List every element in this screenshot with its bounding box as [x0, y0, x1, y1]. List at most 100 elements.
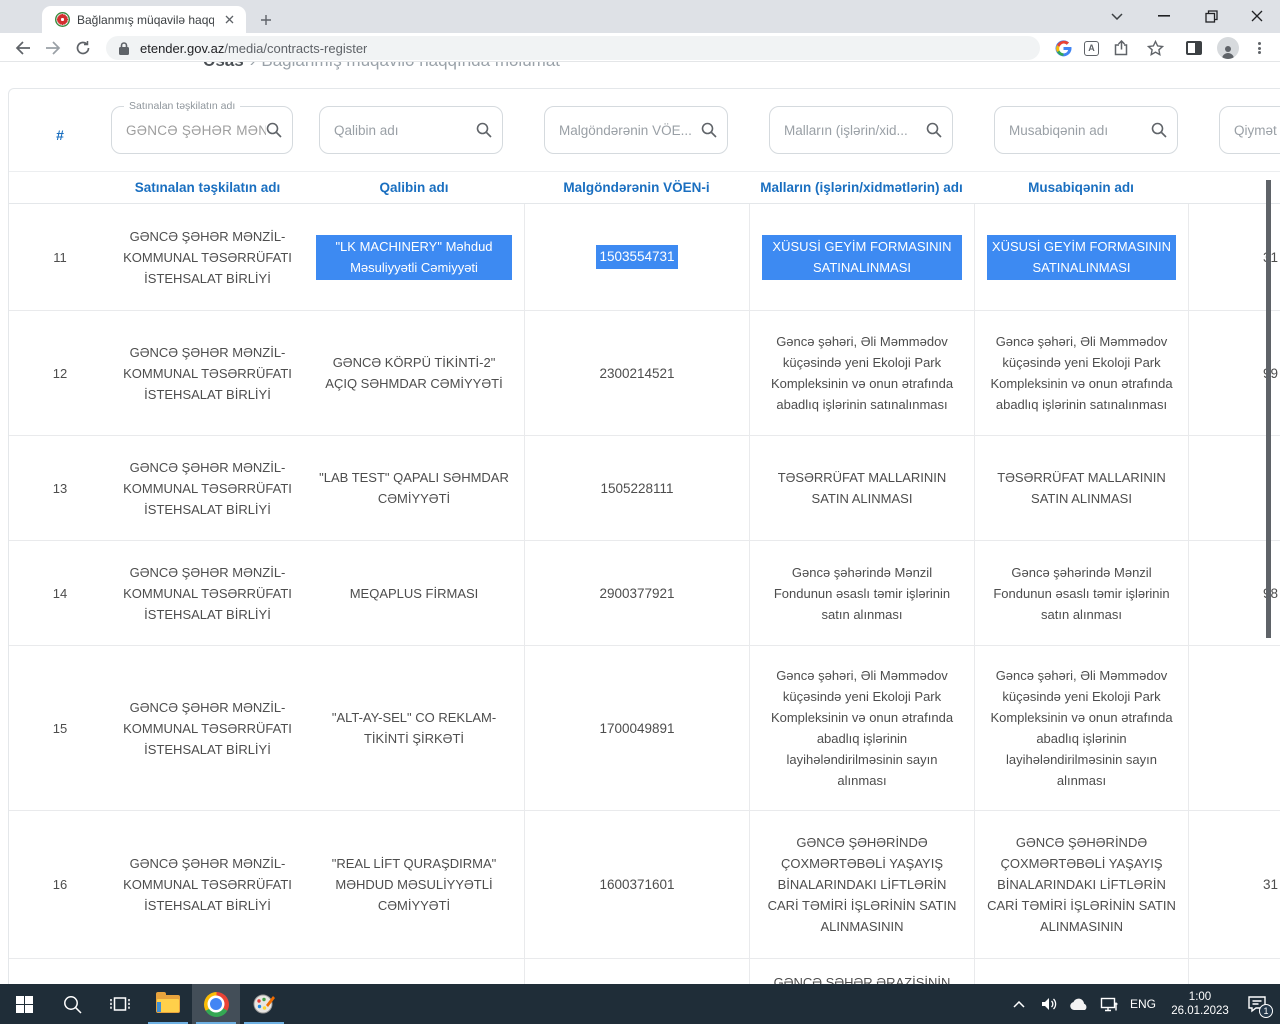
cell-text: 1505228111: [600, 478, 673, 499]
filter-org-input[interactable]: Satınalan təşkilatın adı GƏNCƏ ŞƏHƏR MƏN…: [111, 106, 293, 154]
network-icon[interactable]: [1096, 984, 1122, 1024]
cell-text: Gəncə şəhəri, Əli Məmmədov küçəsində yen…: [987, 665, 1176, 791]
cell-goods: TƏSƏRRÜFAT MALLARININ SATIN ALINMASI: [749, 436, 974, 540]
cell-text: 11: [53, 247, 67, 268]
side-panel-icon[interactable]: [1180, 35, 1207, 61]
search-icon[interactable]: [926, 122, 942, 138]
close-window-button[interactable]: [1242, 2, 1272, 30]
filter-tender-input[interactable]: Musabiqənin adı: [994, 106, 1178, 154]
windows-taskbar: ENG 1:00 26.01.2023 1: [0, 984, 1280, 1024]
column-header-number: #: [9, 127, 111, 143]
cell-org: GƏNCƏ ŞƏHƏR MƏNZİL-KOMMUNAL TƏSƏRRÜFATI …: [111, 204, 304, 310]
minimize-button[interactable]: [1149, 2, 1179, 30]
cell-text: Gəncə şəhərində Mənzil Fondunun əsaslı t…: [762, 562, 962, 625]
search-icon[interactable]: [266, 122, 282, 138]
table-row[interactable]: 13GƏNCƏ ŞƏHƏR MƏNZİL-KOMMUNAL TƏSƏRRÜFAT…: [9, 436, 1280, 541]
address-bar[interactable]: etender.gov.az/media/contracts-register: [106, 36, 1040, 60]
language-indicator[interactable]: ENG: [1126, 997, 1160, 1011]
onedrive-cloud-icon[interactable]: [1066, 984, 1092, 1024]
cell-text: TƏSƏRRÜFAT MALLARININ SATIN ALINMASI: [762, 467, 962, 509]
search-icon[interactable]: [701, 122, 717, 138]
profile-avatar[interactable]: [1214, 35, 1241, 61]
breadcrumb: Əsas›Bağlanmış müqavilə haqqında məlumat: [203, 62, 623, 78]
browser-tab[interactable]: Bağlanmış müqavilə haqqında mə: [42, 6, 246, 33]
cell-text: 2900377921: [599, 583, 674, 604]
cell-winner: GƏNCƏ KÖRPÜ TİKİNTİ-2" AÇIQ SƏHMDAR CƏMİ…: [304, 311, 524, 435]
column-header-goods[interactable]: Malların (işlərin/xidmətlərin) adı: [749, 180, 974, 195]
taskbar-clock[interactable]: 1:00 26.01.2023: [1164, 990, 1236, 1018]
cell-text: "REAL LİFT QURAŞDIRMA" MƏHDUD MƏSULİYYƏT…: [316, 853, 512, 916]
table-row[interactable]: 16GƏNCƏ ŞƏHƏR MƏNZİL-KOMMUNAL TƏSƏRRÜFAT…: [9, 811, 1280, 959]
filter-winner-input[interactable]: Qalibin adı: [319, 106, 503, 154]
cell-winner: [304, 959, 524, 984]
cell-text: Gəncə şəhərində Mənzil Fondunun əsaslı t…: [987, 562, 1176, 625]
taskbar-search-button[interactable]: [48, 984, 96, 1024]
cell-text: GƏNCƏ KÖRPÜ TİKİNTİ-2" AÇIQ SƏHMDAR CƏMİ…: [316, 352, 512, 394]
table-body: 11 GƏNCƏ ŞƏHƏR MƏNZİL-KOMMUNAL TƏSƏRRÜFAT…: [9, 204, 1280, 984]
paint-icon: [252, 992, 276, 1016]
cell-text: XÜSUSİ GEYİM FORMASININ SATINALINMASI: [762, 235, 962, 280]
cell-text: "LAB TEST" QAPALI SƏHMDAR CƏMİYYƏTİ: [316, 467, 512, 509]
cell-tender: [974, 959, 1188, 984]
new-tab-button[interactable]: [254, 8, 278, 32]
file-explorer-button[interactable]: [144, 984, 192, 1024]
filter-org-label: Satınalan təşkilatın adı: [124, 100, 240, 112]
column-header-winner[interactable]: Qalibin adı: [304, 180, 524, 195]
breadcrumb-home[interactable]: Əsas: [203, 62, 244, 70]
cell-text: Gəncə şəhəri, Əli Məmmədov küçəsində yen…: [762, 331, 962, 415]
cell-goods: GƏNCƏ ŞƏHƏRİNDƏ ÇOXMƏRTƏBƏLİ YAŞAYIŞ BİN…: [749, 811, 974, 958]
bookmark-star-icon[interactable]: [1142, 35, 1169, 61]
task-view-button[interactable]: [96, 984, 144, 1024]
cell-text: Gəncə şəhəri, Əli Məmmədov küçəsində yen…: [762, 665, 962, 791]
back-button[interactable]: [10, 35, 36, 61]
filter-price-input[interactable]: Qiymət: [1219, 106, 1280, 154]
reload-button[interactable]: [70, 35, 96, 61]
menu-dots-icon[interactable]: [1246, 35, 1273, 61]
cell-tender: GƏNCƏ ŞƏHƏRİNDƏ ÇOXMƏRTƏBƏLİ YAŞAYIŞ BİN…: [974, 811, 1188, 958]
filter-goods-input[interactable]: Malların (işlərin/xid...: [769, 106, 953, 154]
column-header-voen[interactable]: Malgöndərənin VÖEN-i: [524, 180, 749, 195]
cell-price: [1188, 959, 1280, 984]
table-row[interactable]: 14GƏNCƏ ŞƏHƏR MƏNZİL-KOMMUNAL TƏSƏRRÜFAT…: [9, 541, 1280, 646]
url-text: etender.gov.az/media/contracts-register: [140, 41, 367, 56]
cell-winner: "LK MACHINERY" Məhdud Məsuliyyətli Cəmiy…: [304, 204, 524, 310]
table-row[interactable]: GƏNCƏ ŞƏHƏR ƏRAZİSİNİN: [9, 959, 1280, 984]
cell-voen: 1505228111: [524, 436, 749, 540]
column-header-tender[interactable]: Musabiqənin adı: [974, 180, 1188, 195]
cell-num: 16: [9, 811, 111, 958]
file-explorer-icon: [156, 995, 180, 1013]
table-row[interactable]: 12GƏNCƏ ŞƏHƏR MƏNZİL-KOMMUNAL TƏSƏRRÜFAT…: [9, 311, 1280, 436]
filter-org-value: GƏNCƏ ŞƏHƏR MƏNZ: [126, 123, 266, 138]
speaker-icon[interactable]: [1036, 984, 1062, 1024]
cell-text: "LK MACHINERY" Məhdud Məsuliyyətli Cəmiy…: [316, 235, 512, 280]
cell-goods: XÜSUSİ GEYİM FORMASININ SATINALINMASI: [749, 204, 974, 310]
cell-org: GƏNCƏ ŞƏHƏR MƏNZİL-KOMMUNAL TƏSƏRRÜFATI …: [111, 541, 304, 645]
notifications-button[interactable]: 1: [1240, 984, 1274, 1024]
cell-text: GƏNCƏ ŞƏHƏR MƏNZİL-KOMMUNAL TƏSƏRRÜFATI …: [123, 226, 292, 289]
start-button[interactable]: [0, 984, 48, 1024]
cell-num: 13: [9, 436, 111, 540]
google-g-icon[interactable]: [1050, 35, 1077, 61]
restore-button[interactable]: [1196, 2, 1226, 30]
cell-num: 12: [9, 311, 111, 435]
chrome-button[interactable]: [192, 984, 240, 1024]
tray-chevron-up-icon[interactable]: [1006, 984, 1032, 1024]
cell-tender: Gəncə şəhəri, Əli Məmmədov küçəsində yen…: [974, 311, 1188, 435]
tab-search-chevron-icon[interactable]: [1102, 2, 1132, 30]
tab-close-icon[interactable]: [221, 11, 238, 28]
column-header-org[interactable]: Satınalan təşkilatın adı: [111, 180, 304, 195]
forward-button[interactable]: [40, 35, 66, 61]
filter-voen-input[interactable]: Malgöndərənin VÖE...: [544, 106, 728, 154]
paint-button[interactable]: [240, 984, 288, 1024]
cell-text: 15: [53, 718, 67, 739]
search-icon[interactable]: [1151, 122, 1167, 138]
cell-tender: Gəncə şəhəri, Əli Məmmədov küçəsində yen…: [974, 646, 1188, 810]
notification-badge: 1: [1259, 1004, 1273, 1018]
translate-icon[interactable]: A: [1078, 35, 1105, 61]
table-row[interactable]: 11 GƏNCƏ ŞƏHƏR MƏNZİL-KOMMUNAL TƏSƏRRÜFAT…: [9, 204, 1280, 311]
cell-text: GƏNCƏ ŞƏHƏR MƏNZİL-KOMMUNAL TƏSƏRRÜFATI …: [123, 697, 292, 760]
vertical-scrollbar[interactable]: [1266, 180, 1271, 638]
search-icon[interactable]: [476, 122, 492, 138]
table-row[interactable]: 15 GƏNCƏ ŞƏHƏR MƏNZİL-KOMMUNAL TƏSƏRRÜFAT…: [9, 646, 1280, 811]
share-icon[interactable]: [1108, 35, 1135, 61]
